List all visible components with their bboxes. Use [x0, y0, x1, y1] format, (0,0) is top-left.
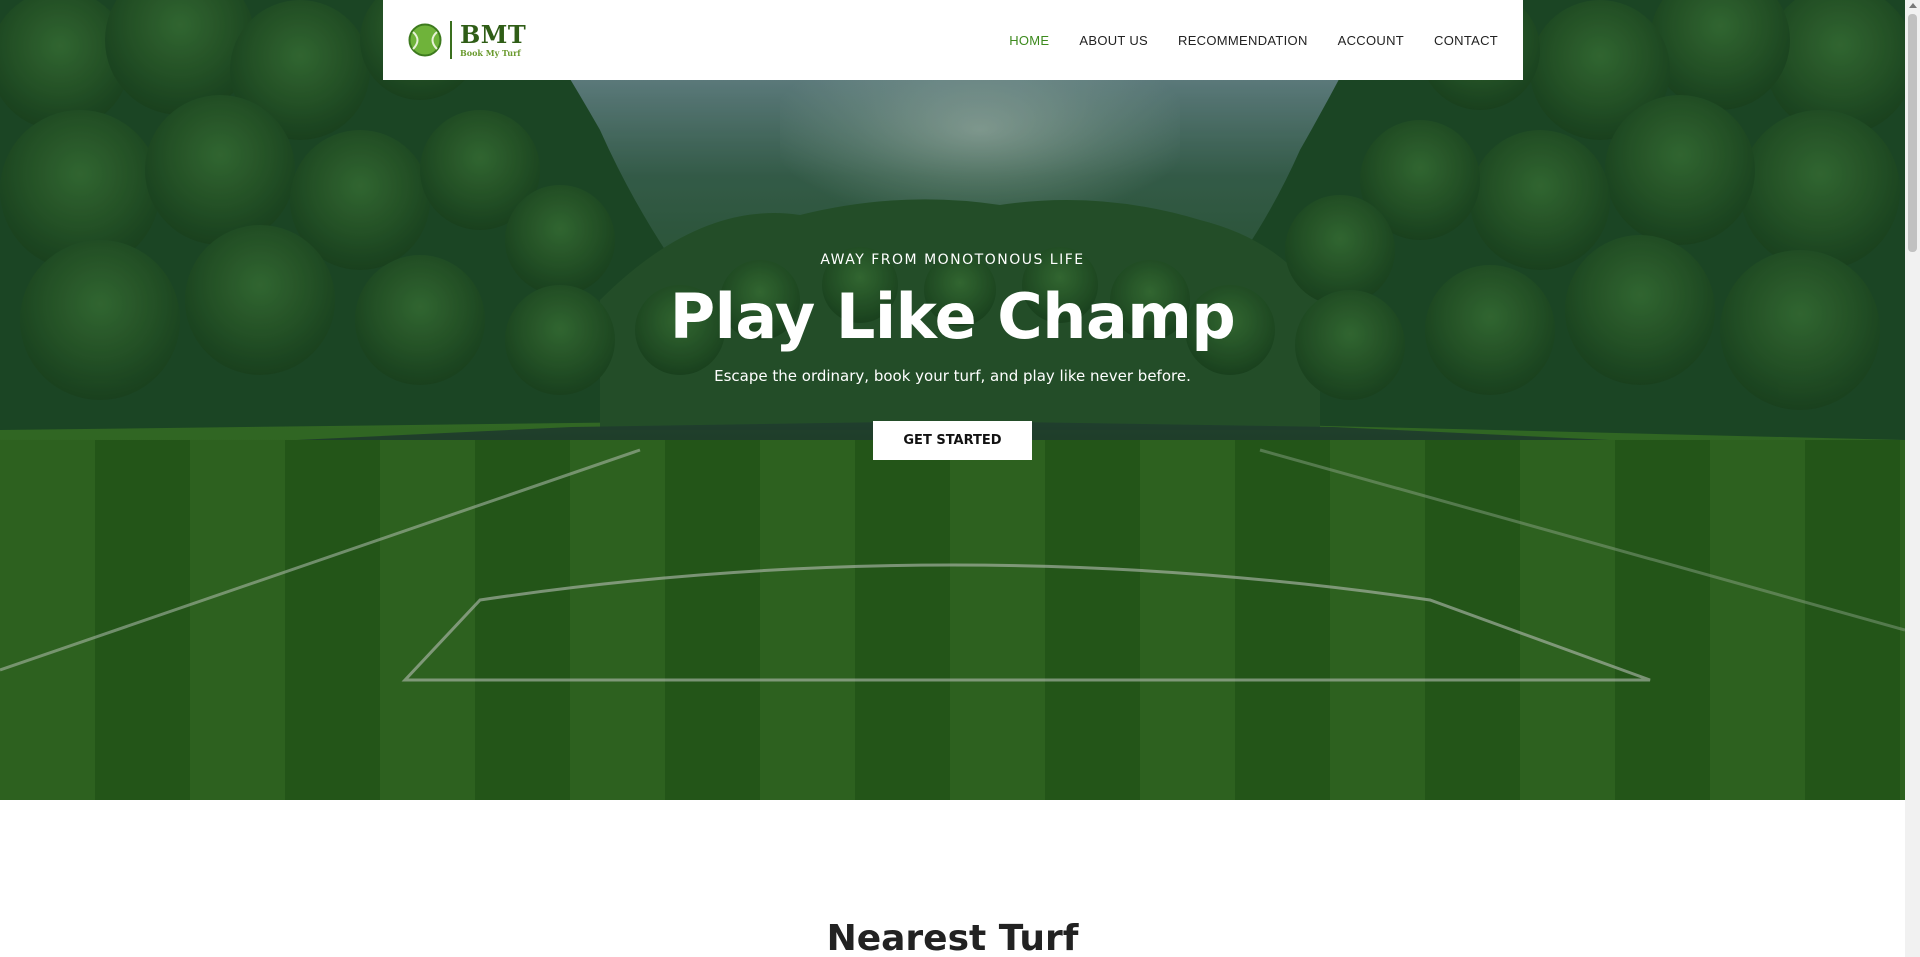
- page-scrollbar[interactable]: [1905, 0, 1920, 957]
- nav-item-home[interactable]: HOME: [1009, 33, 1049, 48]
- hero-subline: Escape the ordinary, book your turf, and…: [714, 367, 1191, 385]
- nav-item-contact[interactable]: CONTACT: [1434, 33, 1498, 48]
- tennis-ball-icon: [408, 23, 442, 57]
- brand-subtitle: Book My Turf: [460, 48, 521, 58]
- main-nav: HOME ABOUT US RECOMMENDATION ACCOUNT CON…: [979, 33, 1498, 48]
- brand-logo[interactable]: BMT Book My Turf: [408, 21, 526, 59]
- get-started-button[interactable]: GET STARTED: [873, 421, 1032, 460]
- nearest-turf-title: Nearest Turf: [826, 918, 1079, 957]
- nav-item-recommendation[interactable]: RECOMMENDATION: [1178, 33, 1308, 48]
- hero-section: AWAY FROM MONOTONOUS LIFE Play Like Cham…: [0, 0, 1905, 800]
- hero-eyebrow: AWAY FROM MONOTONOUS LIFE: [820, 252, 1085, 268]
- logo-divider: [450, 21, 452, 59]
- scroll-up-arrow-icon[interactable]: [1909, 3, 1917, 8]
- nav-item-about-us[interactable]: ABOUT US: [1079, 33, 1148, 48]
- brand-title: BMT: [460, 20, 527, 49]
- logo-text: BMT Book My Turf: [460, 20, 527, 58]
- nav-item-account[interactable]: ACCOUNT: [1338, 33, 1404, 48]
- scroll-thumb[interactable]: [1908, 14, 1917, 252]
- hero-headline: Play Like Champ: [669, 280, 1236, 353]
- site-header: BMT Book My Turf HOME ABOUT US RECOMMEND…: [383, 0, 1523, 80]
- hero-content: AWAY FROM MONOTONOUS LIFE Play Like Cham…: [0, 252, 1905, 460]
